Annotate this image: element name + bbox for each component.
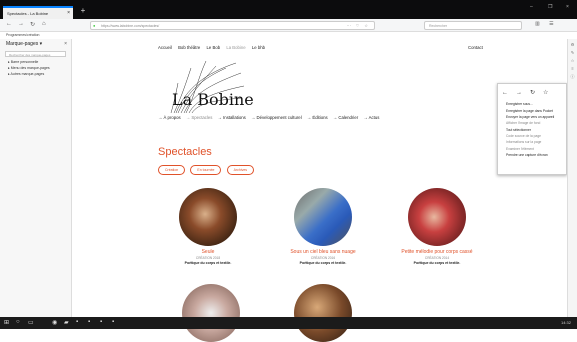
new-tab-button[interactable]: +	[78, 6, 88, 17]
context-nav-icons[interactable]: ←→↻☆	[502, 89, 556, 96]
home-icon[interactable]: ⌂	[42, 21, 46, 27]
app-icon[interactable]: ▪	[88, 319, 90, 325]
show-desc: Poétique du corps et textile.	[299, 261, 347, 265]
tab-close-icon[interactable]: ×	[67, 10, 70, 16]
show-image[interactable]	[182, 284, 240, 342]
firefox-icon[interactable]: ◉	[52, 319, 57, 326]
show-title[interactable]: Seule	[153, 249, 263, 255]
show-year: CRÉATION 2014	[424, 256, 450, 260]
filter-en-tournee[interactable]: En tournée	[190, 165, 222, 175]
nav-a-propos[interactable]: → À propos	[158, 115, 181, 120]
browser-tab[interactable]: Spectacles - La Bobine ×	[3, 6, 73, 19]
show-year: CRÉATION 2016	[310, 256, 336, 260]
show-title[interactable]: Petite mélodie pour corps cassé	[382, 249, 492, 255]
tab-bar: Spectacles - La Bobine × + – ❐ ×	[0, 0, 577, 19]
sidebar-item-other[interactable]: ▸ Autres marque-pages	[0, 71, 71, 77]
show-title[interactable]: Sous un ciel bleu sans nuage	[268, 249, 378, 255]
show-card[interactable]: Petite mélodie pour corps cassé CRÉATION…	[382, 188, 492, 265]
show-year: CRÉATION 2018	[195, 256, 221, 260]
pen-icon[interactable]: ✎	[568, 50, 577, 55]
site-brand[interactable]: La Bobine	[172, 90, 254, 109]
reload-icon[interactable]: ↻	[30, 21, 35, 28]
gear-icon[interactable]: ⚙	[568, 42, 577, 47]
app-icon[interactable]: ▪	[76, 319, 78, 325]
nav-actus[interactable]: → Actus	[363, 115, 379, 120]
show-desc: Poétique du corps et textile.	[184, 261, 232, 265]
sidebar-close-icon[interactable]: ×	[64, 41, 67, 47]
bookmarks-sidebar: Marque-pages ▾ × Rechercher des marque-p…	[0, 39, 72, 317]
topnav-le-bhb[interactable]: Le bhb	[252, 45, 265, 50]
site-main-nav: → À propos → Spectacles → Installations …	[158, 115, 383, 120]
maximize-icon[interactable]: ❐	[548, 4, 552, 10]
sidebar-search-input[interactable]: Rechercher des marque-pages	[5, 51, 66, 57]
bookmark-item[interactable]: Programmes/création	[6, 33, 39, 37]
toolbar-icons[interactable]: ▥ ☰	[535, 21, 558, 27]
taskbar-clock[interactable]: 14:32	[561, 320, 571, 325]
forward-icon[interactable]: →	[18, 21, 24, 27]
show-card[interactable]: Seule CRÉATION 2018 Poétique du corps et…	[153, 188, 263, 265]
sidebar-title[interactable]: Marque-pages ▾	[0, 39, 71, 49]
filter-creation[interactable]: Création	[158, 165, 186, 175]
minimize-icon[interactable]: –	[530, 4, 533, 10]
app-icon[interactable]: ▪	[100, 319, 102, 325]
nav-calendrier[interactable]: → Calendrier	[333, 115, 358, 120]
page-actions-icon[interactable]: ⋯ ♡ ☆	[347, 23, 370, 28]
topnav-accueil[interactable]: Accueil	[158, 45, 172, 50]
close-window-icon[interactable]: ×	[566, 4, 569, 10]
topnav-le-bob[interactable]: Le Bob	[206, 45, 220, 50]
nav-spectacles[interactable]: → Spectacles	[186, 115, 213, 120]
nav-developpement[interactable]: → Développement culturel	[251, 115, 302, 120]
task-view-icon[interactable]: ▭	[28, 319, 34, 326]
context-menu: ←→↻☆ Enregistrer sous… Enregistrer la pa…	[497, 83, 567, 175]
show-image[interactable]	[179, 188, 237, 246]
filter-group: Création En tournée Archives	[158, 165, 258, 175]
os-taskbar: ⊞ ○ ▭ ◉ ▰ ▪ ▪ ▪ ▪ 14:32	[0, 317, 577, 329]
contact-link[interactable]: Contact	[468, 45, 483, 50]
topnav-la-bobine[interactable]: La Bobine	[226, 45, 245, 50]
search-input[interactable]: Rechercher	[424, 21, 522, 30]
tab-title: Spectacles - La Bobine	[7, 11, 49, 16]
show-card[interactable]: Sous un ciel bleu sans nuage CRÉATION 20…	[268, 188, 378, 265]
topnav-bob-theatre[interactable]: Bob théâtre	[178, 45, 200, 50]
filter-archives[interactable]: Archives	[226, 165, 255, 175]
web-content: Accueil Bob théâtre Le Bob La Bobine Le …	[72, 32, 567, 342]
list-icon[interactable]: ≡	[568, 66, 577, 71]
site-top-nav: Accueil Bob théâtre Le Bob La Bobine Le …	[158, 45, 270, 50]
logo-grass-icon	[170, 60, 245, 114]
right-toolbar: ⚙ ✎ ☆ ≡ ⓘ	[567, 39, 577, 317]
show-image[interactable]	[294, 284, 352, 342]
show-desc: Poétique du corps et textile.	[413, 261, 461, 265]
back-icon[interactable]: ←	[6, 21, 12, 27]
nav-installations[interactable]: → Installations	[218, 115, 246, 120]
info-icon[interactable]: ⓘ	[568, 74, 577, 80]
ctx-screenshot[interactable]: Prendre une capture d'écran	[498, 152, 566, 158]
app-icon[interactable]: ▪	[112, 319, 114, 325]
star-icon[interactable]: ☆	[568, 58, 577, 63]
show-image[interactable]	[294, 188, 352, 246]
search-icon[interactable]: ○	[16, 319, 20, 325]
nav-editions[interactable]: → Éditions	[307, 115, 328, 120]
navigation-toolbar: ← → ↻ ⌂ ● https://www.labobine.com/spect…	[0, 19, 577, 32]
start-icon[interactable]: ⊞	[4, 319, 9, 326]
url-bar[interactable]: ● https://www.labobine.com/spectacles/ ⋯…	[90, 21, 375, 30]
explorer-icon[interactable]: ▰	[64, 319, 69, 326]
lock-icon: ●	[93, 23, 96, 28]
show-image[interactable]	[408, 188, 466, 246]
page-title: Spectacles	[158, 146, 212, 158]
url-text: https://www.labobine.com/spectacles/	[101, 24, 160, 28]
